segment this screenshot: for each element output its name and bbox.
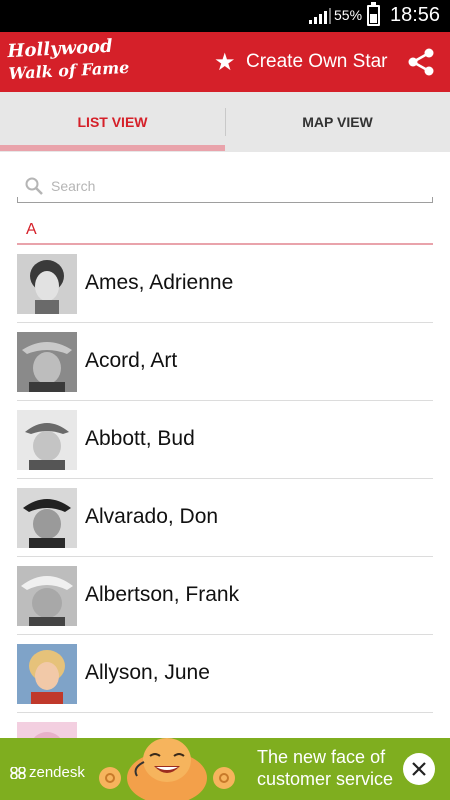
tab-selected-indicator <box>0 145 225 151</box>
avatar <box>17 332 77 392</box>
list-item-name: Acord, Art <box>85 349 178 372</box>
list-item-name: Alvarado, Don <box>85 505 219 528</box>
list-item[interactable]: Albertson, Frank <box>17 557 433 635</box>
list-item[interactable]: Allyson, June <box>17 635 433 713</box>
list-item-name: Allyson, June <box>85 661 210 684</box>
list-item-name: Ames, Adrienne <box>85 271 234 294</box>
ad-headline: The new face of customer service <box>257 746 393 790</box>
view-tabs: LIST VIEW MAP VIEW <box>0 92 450 152</box>
section-letter: A <box>26 221 37 238</box>
ad-line-1: The new face of <box>257 747 386 767</box>
ad-banner[interactable]: zendesk The new face of customer service <box>0 738 450 800</box>
list-item-name: Abbott, Bud <box>85 427 195 450</box>
zendesk-logo: zendesk <box>10 764 85 781</box>
search-input[interactable] <box>51 174 421 198</box>
battery-percent: 55% <box>334 7 363 23</box>
create-own-star-label: Create Own Star <box>246 51 388 72</box>
app-logo: Hollywood Walk of Fame <box>6 35 130 84</box>
avatar <box>17 644 77 704</box>
avatar <box>17 566 77 626</box>
list-item[interactable]: Alvarado, Don <box>17 479 433 557</box>
app-bar: Hollywood Walk of Fame ★ Create Own Star <box>0 32 450 92</box>
avatar <box>17 410 77 470</box>
tab-list-view[interactable]: LIST VIEW <box>0 92 225 152</box>
close-icon[interactable] <box>403 753 435 785</box>
tab-map-view[interactable]: MAP VIEW <box>225 92 450 152</box>
list-item[interactable]: Acord, Art <box>17 323 433 401</box>
star-list: Ames, Adrienne Acord, Art Abbott, Bud Al… <box>17 245 433 791</box>
list-item[interactable]: Ames, Adrienne <box>17 245 433 323</box>
zendesk-brand: zendesk <box>29 764 85 781</box>
list-item[interactable]: Abbott, Bud <box>17 401 433 479</box>
signal-icon <box>309 8 331 24</box>
clock: 18:56 <box>390 4 441 26</box>
status-bar: 55% 18:56 <box>0 0 450 32</box>
list-item-name: Albertson, Frank <box>85 583 240 606</box>
search-bar <box>17 170 433 203</box>
share-icon[interactable] <box>404 45 438 79</box>
ad-mascot-illustration <box>99 738 235 800</box>
ad-line-2: customer service <box>257 769 394 789</box>
create-own-star-button[interactable]: ★ Create Own Star <box>214 46 388 78</box>
battery-icon <box>367 2 380 26</box>
avatar <box>17 254 77 314</box>
avatar <box>17 488 77 548</box>
section-header: A <box>17 215 433 245</box>
search-icon <box>25 177 43 195</box>
star-icon: ★ <box>214 48 236 76</box>
zendesk-icon <box>10 766 26 779</box>
